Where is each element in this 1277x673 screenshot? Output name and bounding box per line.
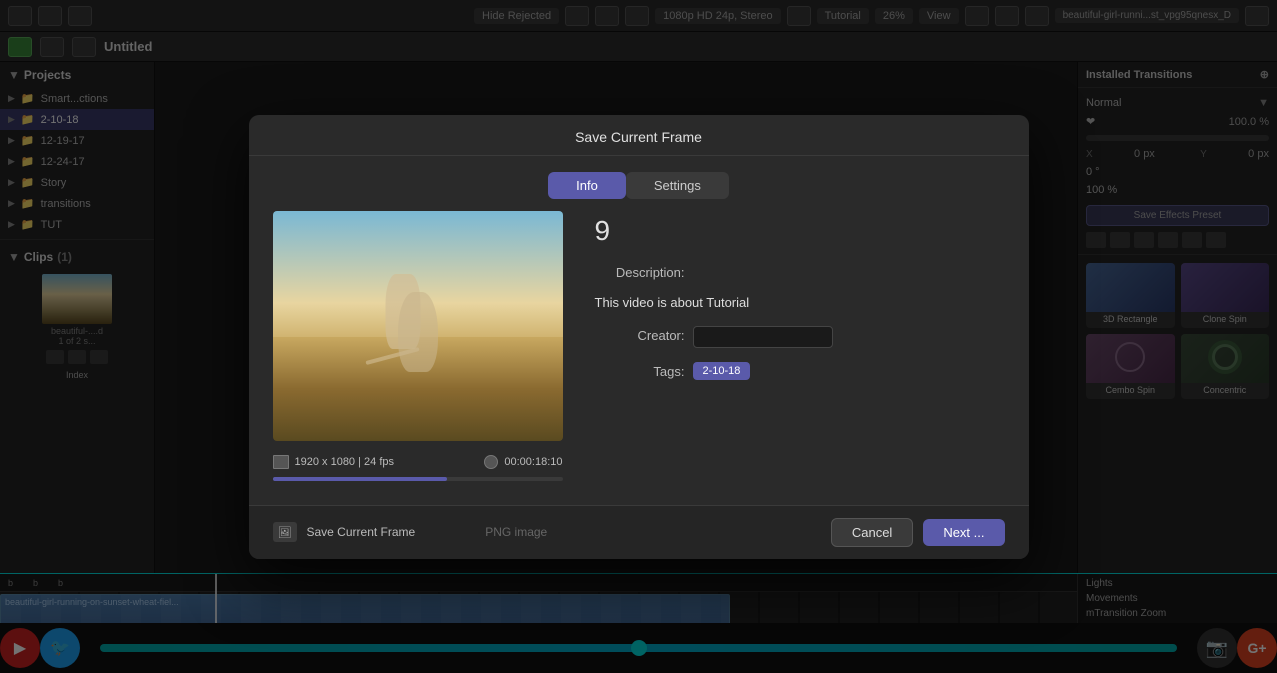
footer-format: PNG image <box>485 525 547 539</box>
file-icon: 🖼 <box>278 526 292 539</box>
footer-left: 🖼 Save Current Frame PNG image <box>273 522 548 542</box>
tag-badge[interactable]: 2-10-18 <box>693 362 751 380</box>
preview-meta-left: 1920 x 1080 | 24 fps <box>273 455 395 469</box>
preview-ground <box>273 337 563 441</box>
creator-label: Creator: <box>595 326 685 343</box>
tab-info[interactable]: Info <box>548 172 626 199</box>
modal-title-bar: Save Current Frame <box>249 115 1029 156</box>
timecode-label: 00:00:18:10 <box>504 456 562 468</box>
description-value-row: This video is about Tutorial <box>595 294 1005 312</box>
preview-meta-right: 00:00:18:10 <box>484 455 562 469</box>
modal-tab-row: Info Settings <box>249 156 1029 211</box>
resolution-icon <box>273 455 289 469</box>
tags-row: Tags: 2-10-18 <box>595 362 1005 380</box>
tab-settings[interactable]: Settings <box>626 172 729 199</box>
next-button[interactable]: Next ... <box>923 519 1004 546</box>
preview-girl <box>386 274 421 349</box>
modal-overlay: Save Current Frame Info Settings <box>0 0 1277 673</box>
seek-bar[interactable] <box>273 477 563 481</box>
footer-filename: Save Current Frame <box>307 525 416 539</box>
creator-row: Creator: <box>595 326 1005 348</box>
preview-image <box>273 211 563 441</box>
description-row: Description: <box>595 263 1005 280</box>
save-current-frame-modal: Save Current Frame Info Settings <box>249 115 1029 559</box>
modal-info: 9 Description: This video is about Tutor… <box>595 211 1005 481</box>
modal-preview: 1920 x 1080 | 24 fps 00:00:18:10 <box>273 211 563 481</box>
creator-input[interactable] <box>693 326 833 348</box>
modal-body: 1920 x 1080 | 24 fps 00:00:18:10 9 Descr… <box>249 211 1029 505</box>
preview-meta: 1920 x 1080 | 24 fps 00:00:18:10 <box>273 455 563 469</box>
timecode-icon <box>484 455 498 469</box>
footer-right: Cancel Next ... <box>831 518 1005 547</box>
cancel-button[interactable]: Cancel <box>831 518 913 547</box>
frame-number: 9 <box>595 215 1005 247</box>
tags-label: Tags: <box>595 362 685 379</box>
description-value: This video is about Tutorial <box>595 295 750 310</box>
resolution-label: 1920 x 1080 | 24 fps <box>295 456 395 468</box>
seek-progress <box>273 477 447 481</box>
modal-title: Save Current Frame <box>575 129 702 145</box>
description-label: Description: <box>595 263 685 280</box>
modal-footer: 🖼 Save Current Frame PNG image Cancel Ne… <box>249 505 1029 559</box>
footer-file-icon: 🖼 <box>273 522 297 542</box>
